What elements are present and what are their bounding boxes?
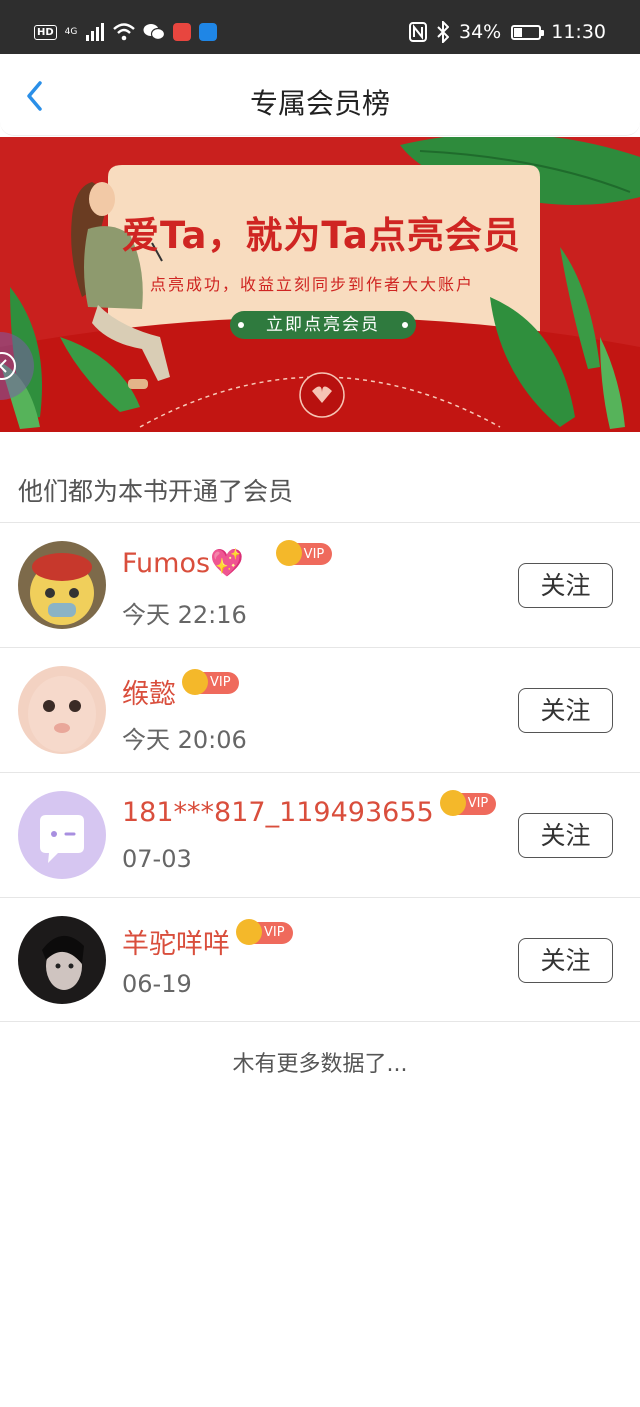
signal-icon bbox=[86, 23, 105, 41]
crown-icon bbox=[439, 789, 466, 816]
status-left: HD 4G bbox=[34, 20, 218, 44]
follow-button[interactable]: 关注 bbox=[518, 813, 613, 858]
avatar[interactable] bbox=[18, 666, 106, 754]
member-time: 今天 20:06 bbox=[122, 726, 247, 754]
member-row[interactable]: 缑懿 VIP 今天 20:06 关注 bbox=[0, 648, 640, 772]
status-bar: HD 4G 34% 11:30 bbox=[0, 0, 640, 54]
hd-icon: HD bbox=[34, 24, 57, 40]
promo-banner[interactable]: 爱Ta，就为Ta点亮会员 点亮成功，收益立刻同步到作者大大账户 立即点亮会员 bbox=[0, 137, 640, 432]
crown-icon bbox=[275, 540, 302, 566]
vip-label: VIP bbox=[467, 796, 489, 811]
member-name[interactable]: 181***817_119493655 bbox=[122, 797, 434, 828]
member-time: 今天 22:16 bbox=[122, 601, 247, 629]
app-icon bbox=[199, 23, 218, 41]
banner-headline: 爱Ta，就为Ta点亮会员 bbox=[122, 214, 521, 257]
wechat-icon bbox=[143, 24, 166, 41]
status-right: 34% 11:30 bbox=[409, 18, 606, 46]
follow-button[interactable]: 关注 bbox=[518, 563, 613, 608]
vip-badge: VIP bbox=[439, 789, 497, 816]
member-name-line: Fumos💖 VIP bbox=[122, 540, 333, 579]
member-name-line: 缑懿 VIP bbox=[122, 668, 239, 711]
bluetooth-icon bbox=[437, 21, 449, 43]
vip-label: VIP bbox=[264, 925, 285, 940]
member-name[interactable]: 羊驼咩咩 bbox=[122, 922, 230, 961]
nfc-icon bbox=[409, 22, 427, 42]
member-name-line: 羊驼咩咩 VIP bbox=[122, 918, 293, 961]
member-name[interactable]: Fumos💖 bbox=[122, 547, 244, 579]
member-row[interactable]: Fumos💖 VIP 今天 22:16 关注 bbox=[0, 523, 640, 647]
member-time: 06-19 bbox=[122, 970, 192, 998]
no-more-data-text: 木有更多数据了... bbox=[232, 1052, 408, 1077]
member-time: 07-03 bbox=[122, 845, 192, 873]
vip-badge: VIP bbox=[236, 918, 293, 945]
battery-percent: 34% bbox=[459, 21, 502, 43]
avatar[interactable] bbox=[18, 916, 106, 1004]
member-row[interactable]: 181***817_119493655 VIP 07-03 关注 bbox=[0, 773, 640, 897]
section-title: 他们都为本书开通了会员 bbox=[18, 477, 294, 506]
avatar[interactable] bbox=[18, 541, 106, 629]
page-title: 专属会员榜 bbox=[249, 87, 390, 120]
vip-label: VIP bbox=[303, 546, 325, 562]
battery-level bbox=[514, 27, 523, 37]
clock: 11:30 bbox=[551, 21, 606, 43]
divider bbox=[0, 1021, 640, 1022]
member-name[interactable]: 缑懿 bbox=[122, 672, 176, 711]
avatar[interactable] bbox=[18, 791, 106, 879]
follow-button[interactable]: 关注 bbox=[518, 938, 613, 983]
crown-icon bbox=[236, 918, 262, 945]
battery-icon bbox=[511, 24, 545, 40]
follow-button[interactable]: 关注 bbox=[518, 688, 613, 733]
vip-label: VIP bbox=[210, 675, 231, 690]
vip-badge: VIP bbox=[182, 668, 239, 695]
network-type: 4G bbox=[64, 26, 78, 37]
crown-icon bbox=[182, 668, 208, 695]
light-up-vip-button[interactable]: 立即点亮会员 bbox=[230, 311, 416, 339]
nav-header: 专属会员榜 bbox=[0, 54, 640, 136]
app-icon bbox=[173, 23, 192, 41]
vip-badge: VIP bbox=[275, 540, 333, 566]
banner-subline: 点亮成功，收益立刻同步到作者大大账户 bbox=[150, 275, 475, 294]
member-name-line: 181***817_119493655 VIP bbox=[122, 789, 497, 828]
member-row[interactable]: 羊驼咩咩 VIP 06-19 关注 bbox=[0, 898, 640, 1022]
wifi-icon bbox=[113, 23, 136, 41]
